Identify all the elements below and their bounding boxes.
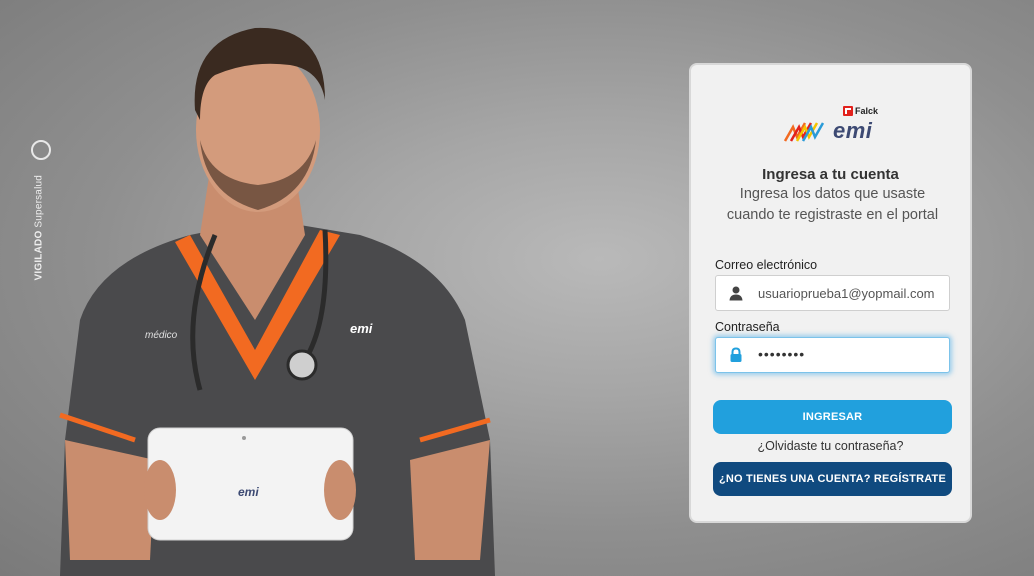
- email-label: Correo electrónico: [715, 258, 818, 272]
- email-value: usuarioprueba1@yopmail.com: [758, 286, 935, 301]
- emi-brand-text: emi: [833, 118, 873, 143]
- doctor-photo: médico emi emi: [59, 27, 495, 576]
- email-field[interactable]: usuarioprueba1@yopmail.com: [715, 275, 950, 311]
- chest-badge-text: médico: [145, 330, 178, 341]
- tablet-logo-text: emi: [238, 485, 259, 499]
- user-icon: [729, 286, 743, 301]
- falck-icon: [843, 106, 853, 116]
- emi-logo: Falck emi: [783, 105, 883, 145]
- login-card: Falck emi Ingresa a tu cuenta Ingresa lo…: [689, 63, 972, 523]
- emi-stripes-icon: [783, 122, 825, 142]
- password-value: ••••••••: [758, 346, 806, 362]
- login-button[interactable]: INGRESAR: [713, 400, 952, 434]
- forgot-password-link[interactable]: ¿Olvidaste tu contraseña?: [691, 439, 970, 453]
- scrub-logo-text: emi: [350, 321, 373, 336]
- password-field[interactable]: ••••••••: [715, 337, 950, 373]
- login-subtitle: Ingresa los datos que usaste cuando te r…: [726, 186, 939, 223]
- falck-logo: Falck: [843, 106, 878, 116]
- register-button[interactable]: ¿NO TIENES UNA CUENTA? REGÍSTRATE: [713, 462, 952, 496]
- password-label: Contraseña: [715, 320, 780, 334]
- login-title: Ingresa a tu cuenta: [762, 166, 899, 183]
- lock-icon: [730, 347, 742, 362]
